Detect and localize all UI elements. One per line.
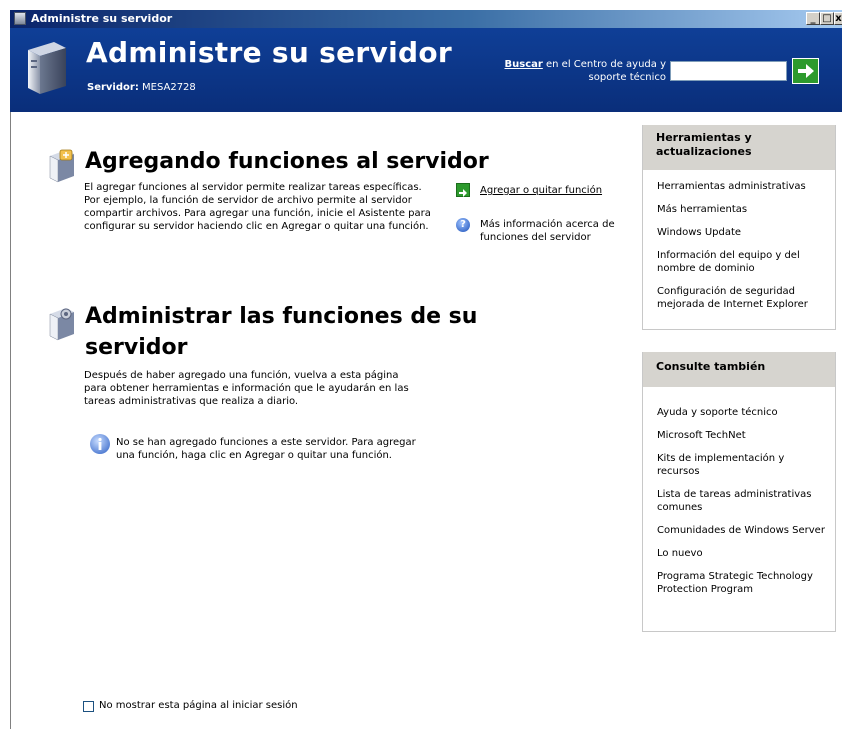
tools-item[interactable]: Información del equipo y del nombre de d…: [643, 249, 835, 275]
server-value: MESA2728: [142, 82, 196, 93]
tools-item[interactable]: Más herramientas: [643, 203, 835, 216]
see-also-panel-title: Consulte también: [643, 352, 835, 387]
add-remove-role-link[interactable]: Agregar o quitar función: [480, 184, 602, 197]
more-info-roles-label[interactable]: Más información acerca de funciones del …: [480, 219, 615, 243]
info-icon: [90, 434, 110, 454]
close-button[interactable]: x: [834, 12, 842, 25]
search-keyword: Buscar: [504, 59, 543, 70]
maximize-button[interactable]: □: [820, 12, 834, 25]
add-remove-role-label[interactable]: Agregar o quitar función: [480, 185, 602, 196]
dont-show-checkbox[interactable]: [83, 701, 94, 712]
section-manage-title-1: Administrar las funciones de su: [85, 304, 478, 329]
see-also-panel: Consulte también Ayuda y soporte técnico…: [642, 352, 836, 632]
search-help-rest: en el Centro de ayuda y soporte técnico: [542, 59, 666, 83]
see-also-item[interactable]: Ayuda y soporte técnico: [643, 406, 835, 419]
arrow-right-icon: [459, 189, 467, 197]
search-help-text: Buscar en el Centro de ayuda y soporte t…: [480, 58, 667, 84]
server-add-icon: [49, 149, 74, 183]
server-name: Servidor: MESA2728: [87, 82, 196, 93]
see-also-item[interactable]: Lo nuevo: [643, 547, 835, 560]
search-input[interactable]: [670, 61, 787, 81]
search-go-button[interactable]: [792, 58, 819, 84]
server-label: Servidor:: [87, 82, 139, 93]
see-also-item[interactable]: Microsoft TechNet: [643, 429, 835, 442]
section-manage-title-2: servidor: [85, 335, 188, 360]
window-left-border: [10, 112, 11, 729]
add-remove-go-icon[interactable]: [456, 183, 470, 197]
server-manage-icon: [49, 308, 74, 341]
server-app-icon: [14, 12, 26, 25]
minimize-button[interactable]: _: [806, 12, 820, 25]
tools-item[interactable]: Windows Update: [643, 226, 835, 239]
page-title: Administre su servidor: [86, 36, 452, 69]
see-also-item[interactable]: Kits de implementación y recursos: [643, 452, 835, 478]
section-add-title: Agregando funciones al servidor: [85, 149, 489, 174]
tools-item[interactable]: Configuración de seguridad mejorada de I…: [643, 285, 835, 311]
no-roles-message: No se han agregado funciones a este serv…: [116, 437, 416, 461]
tools-panel-title: Herramientas y actualizaciones: [643, 125, 835, 170]
header-banner: Administre su servidor Servidor: MESA272…: [10, 28, 842, 112]
help-question-icon: ?: [456, 218, 470, 232]
see-also-item[interactable]: Comunidades de Windows Server: [643, 524, 835, 537]
section-add-description: El agregar funciones al servidor permite…: [84, 182, 431, 232]
see-also-item[interactable]: Lista de tareas administrativas comunes: [643, 488, 835, 514]
dont-show-label[interactable]: No mostrar esta página al iniciar sesión: [99, 699, 298, 712]
tools-panel: Herramientas y actualizaciones Herramien…: [642, 125, 836, 330]
section-manage-description: Después de haber agregado una función, v…: [84, 370, 409, 407]
arrow-right-icon: [798, 64, 814, 78]
window-title-bar[interactable]: Administre su servidor _ □ x: [10, 10, 842, 28]
tools-item[interactable]: Herramientas administrativas: [643, 180, 835, 193]
more-info-roles-link[interactable]: Más información acerca de funciones del …: [480, 218, 630, 244]
window-title: Administre su servidor: [31, 12, 173, 25]
server-tower-icon: [28, 42, 66, 94]
see-also-item[interactable]: Programa Strategic Technology Protection…: [643, 570, 835, 596]
